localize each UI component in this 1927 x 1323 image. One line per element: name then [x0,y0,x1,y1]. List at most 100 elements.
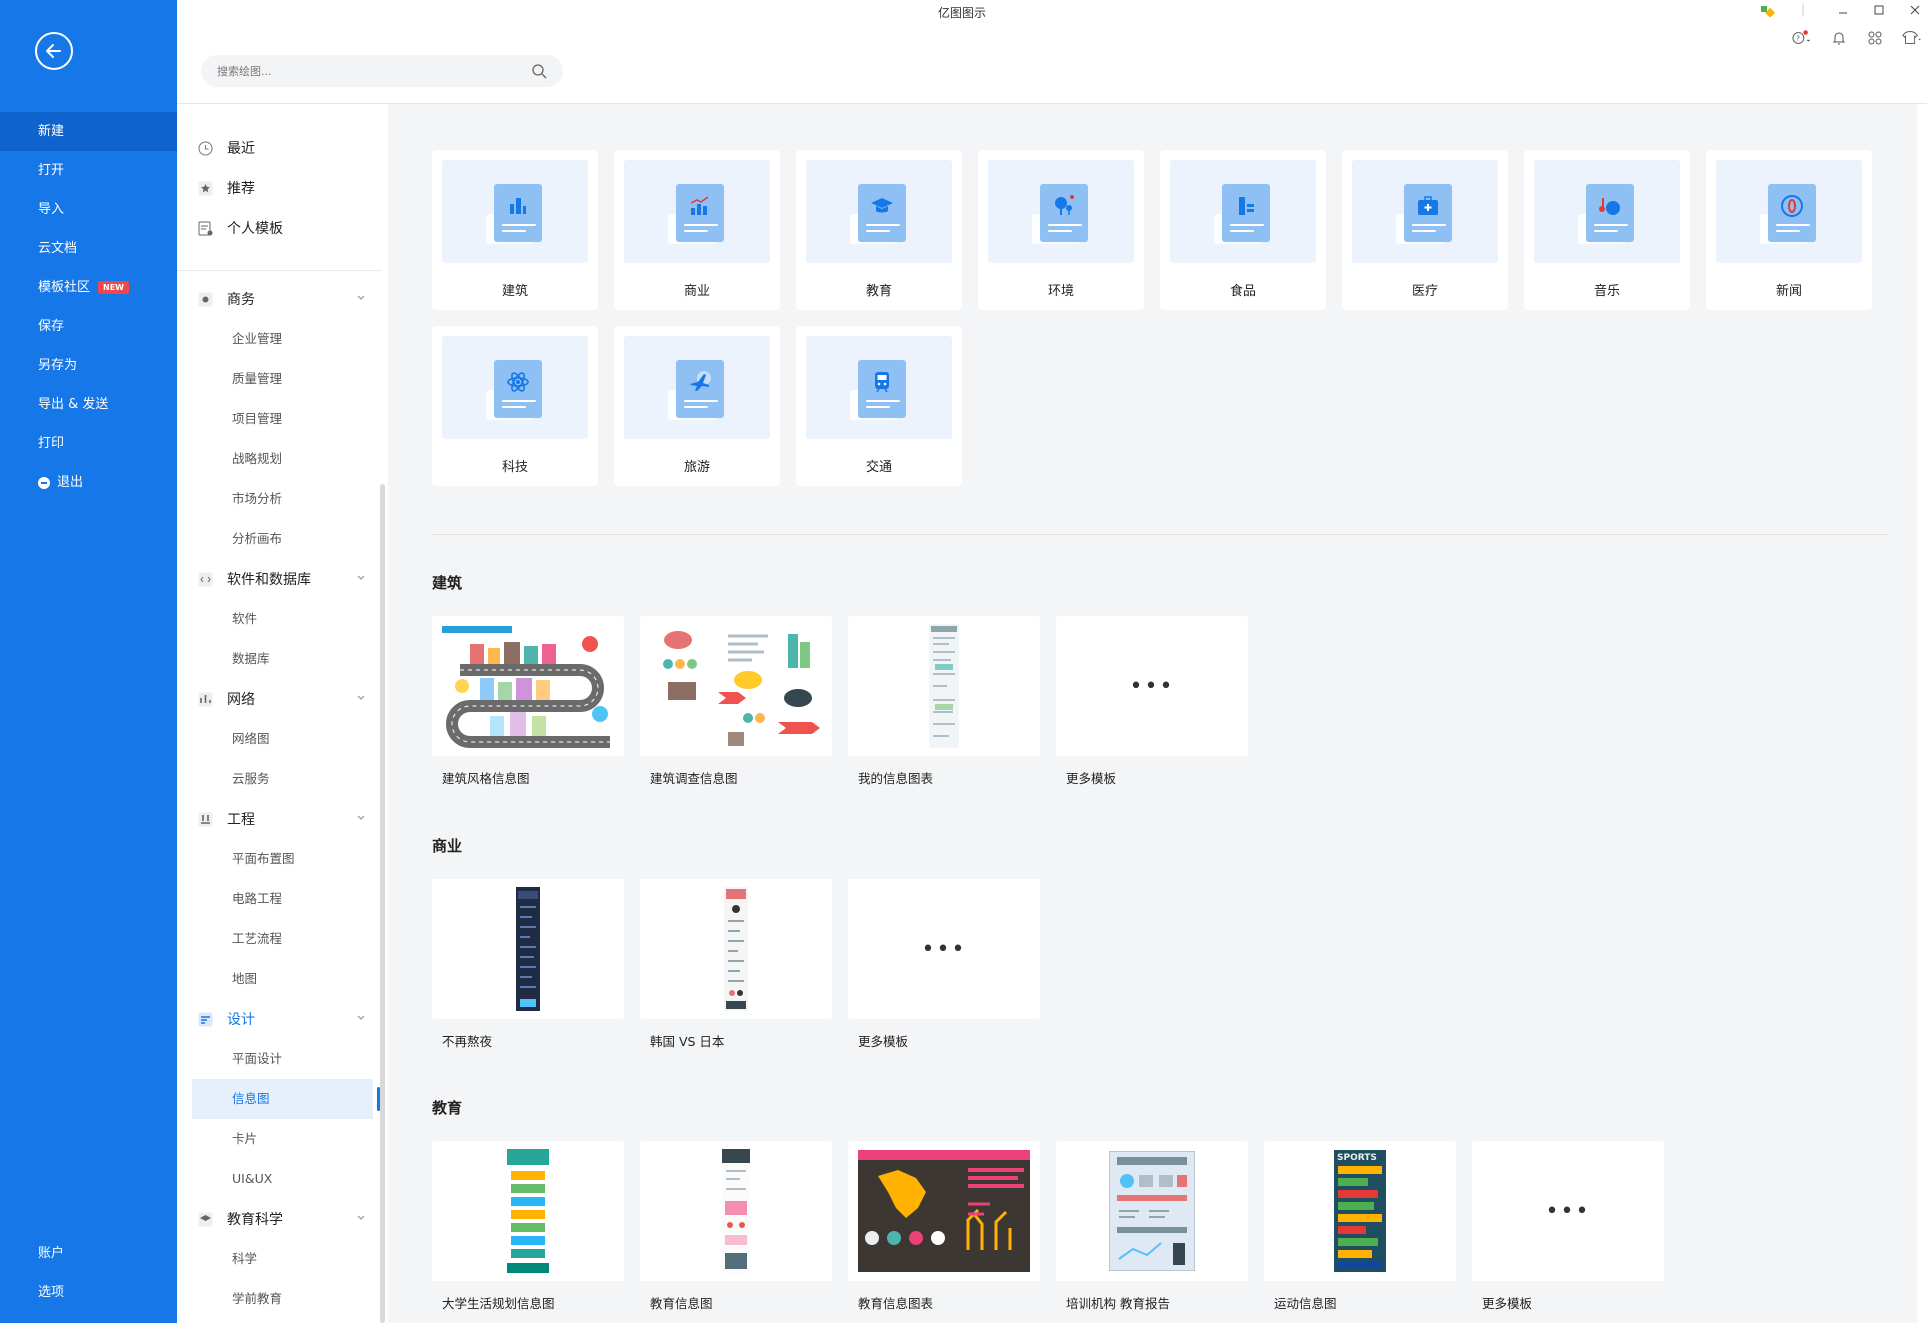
back-button[interactable] [35,32,73,70]
sidebar-item-ui-ux[interactable]: UI&UX [177,1159,388,1199]
category-card-medical[interactable]: 医疗 [1342,150,1508,310]
atom-icon [507,372,529,392]
category-card-technology[interactable]: 科技 [432,326,598,486]
more-dots-icon: ••• [1545,1198,1591,1224]
rail-item-print[interactable]: 打印 [0,424,177,463]
search-icon[interactable] [531,63,547,79]
sidebar-group-design[interactable]: 设计 [177,999,388,1039]
rail-item-save[interactable]: 保存 [0,307,177,346]
rail-item-open[interactable]: 打开 [0,151,177,190]
rail-item-label: 模板社区 [38,280,91,295]
category-card-architecture[interactable]: 建筑 [432,150,598,310]
category-label: 新闻 [1775,284,1802,299]
sidebar-item-card[interactable]: 卡片 [177,1119,388,1159]
category-card-environment[interactable]: 环境 [978,150,1144,310]
code-icon [197,571,213,587]
template-card[interactable]: 我的信息图表 [848,616,1040,787]
rail-item-save-as[interactable]: 另存为 [0,346,177,385]
template-name: 建筑风格信息图 [442,771,530,786]
template-name: 教育信息图表 [858,1296,934,1311]
sidebar-group-business[interactable]: 商务 [177,279,388,319]
sidebar-item-preschool[interactable]: 学前教育 [177,1279,388,1319]
sidebar-item-database[interactable]: 数据库 [177,639,388,679]
sidebar-item-software[interactable]: 软件 [177,599,388,639]
template-card[interactable]: 建筑风格信息图 [432,616,624,787]
category-card-food[interactable]: 食品 [1160,150,1326,310]
template-card[interactable]: 教育信息图 [640,1141,832,1312]
rail-item-cloud-docs[interactable]: 云文档 [0,229,177,268]
section-title-business: 商业 [432,837,463,855]
sidebar-group-label: 商务 [227,292,255,308]
template-card[interactable]: 大学生活规划信息图 [432,1141,624,1312]
sidebar-item-quality-management[interactable]: 质量管理 [177,359,388,399]
template-card[interactable]: 不再熬夜 [432,879,624,1050]
main-content: 建筑 商业 教育 环境 食品 医疗 音乐 新闻 科技 旅游 交通 建筑 建筑风格… [388,104,1927,1323]
rail-item-import[interactable]: 导入 [0,190,177,229]
sidebar-group-engineering[interactable]: 工程 [177,799,388,839]
sidebar-group-software-database[interactable]: 软件和数据库 [177,559,388,599]
shirt-icon[interactable] [1901,28,1921,48]
sidebar-item-graphic-design[interactable]: 平面设计 [177,1039,388,1079]
sidebar-item-enterprise-management[interactable]: 企业管理 [177,319,388,359]
sports-infographic-thumbnail: SPORTS [1334,1150,1386,1272]
education-icon [197,1211,213,1227]
template-card[interactable]: 教育信息图表 [848,1141,1040,1312]
category-card-travel[interactable]: 旅游 [614,326,780,486]
sidebar-item-project-management[interactable]: 项目管理 [177,399,388,439]
help-icon[interactable]: ? [1792,28,1812,48]
rail-bottom-menu: 账户 选项 [0,1234,177,1312]
category-card-education[interactable]: 教育 [796,150,962,310]
section-title-education: 教育 [432,1099,463,1117]
sidebar-item-network-diagram[interactable]: 网络图 [177,719,388,759]
more-templates-card[interactable]: ••• 更多模板 [1056,616,1248,787]
template-name: 更多模板 [1482,1296,1533,1311]
sidebar-item-map[interactable]: 地图 [177,959,388,999]
sidebar-item-cloud-services[interactable]: 云服务 [177,759,388,799]
top-bar: 亿图图示 | ? [177,0,1927,104]
rail-item-export-send[interactable]: 导出 & 发送 [0,385,177,424]
more-templates-card[interactable]: ••• 更多模板 [1472,1141,1664,1312]
template-card[interactable]: 建筑调查信息图 [640,616,832,787]
chevron-down-icon [357,1015,365,1020]
skin-icon[interactable] [1760,4,1778,21]
rail-item-account[interactable]: 账户 [0,1234,177,1273]
sidebar-item-recent[interactable]: 最近 [177,128,388,168]
bell-icon[interactable] [1829,28,1849,48]
rail-item-exit[interactable]: 退出 [0,463,177,502]
search-input[interactable] [217,64,531,78]
minimize-button[interactable] [1838,4,1848,18]
sidebar-item-infographic[interactable]: 信息图 [192,1079,380,1119]
template-card[interactable]: 韩国 VS 日本 [640,879,832,1050]
rail-item-template-community[interactable]: 模板社区 NEW [0,268,177,307]
category-card-music[interactable]: 音乐 [1524,150,1690,310]
back-arrow-icon [46,44,61,58]
sidebar-item-personal-templates[interactable]: 个人模板 [177,208,388,248]
category-card-business[interactable]: 商业 [614,150,780,310]
sidebar-item-recommended[interactable]: 推荐 [177,168,388,208]
template-card[interactable]: 培训机构 教育报告 [1056,1141,1248,1312]
sidebar-item-strategic-planning[interactable]: 战略规划 [177,439,388,479]
more-dots-icon: ••• [921,936,967,962]
sidebar-scrollbar[interactable] [380,484,385,1323]
sidebar-item-circuit-engineering[interactable]: 电路工程 [177,879,388,919]
rail-item-new[interactable]: 新建 [0,112,177,151]
maximize-button[interactable] [1874,4,1884,18]
apps-icon[interactable] [1865,28,1885,48]
more-templates-card[interactable]: ••• 更多模板 [848,879,1040,1050]
airplane-icon [690,371,711,391]
sidebar-item-floor-plan[interactable]: 平面布置图 [177,839,388,879]
sidebar-item-analysis-canvas[interactable]: 分析画布 [177,519,388,559]
sidebar-item-process-flow[interactable]: 工艺流程 [177,919,388,959]
template-card[interactable]: SPORTS 运动信息图 [1264,1141,1456,1312]
sidebar-item-market-analysis[interactable]: 市场分析 [177,479,388,519]
search-box[interactable] [201,55,563,87]
main-scrollbar-track[interactable] [1917,104,1927,1323]
engineering-icon [197,811,213,827]
close-button[interactable] [1910,4,1920,18]
sidebar-group-education-science[interactable]: 教育科学 [177,1199,388,1239]
sidebar-group-network[interactable]: 网络 [177,679,388,719]
sidebar-item-science[interactable]: 科学 [177,1239,388,1279]
rail-item-options[interactable]: 选项 [0,1273,177,1312]
category-card-transport[interactable]: 交通 [796,326,962,486]
category-card-news[interactable]: 新闻 [1706,150,1872,310]
